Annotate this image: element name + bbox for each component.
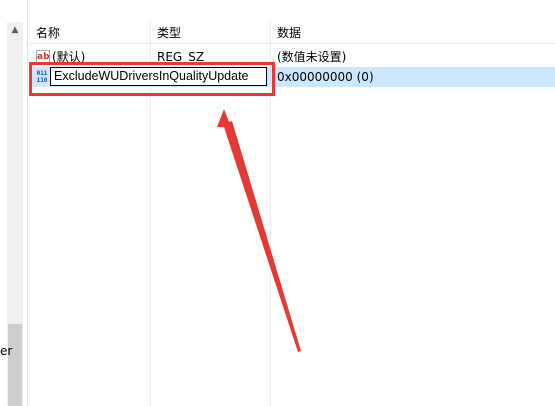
annotation-arrow-icon bbox=[217, 109, 301, 352]
